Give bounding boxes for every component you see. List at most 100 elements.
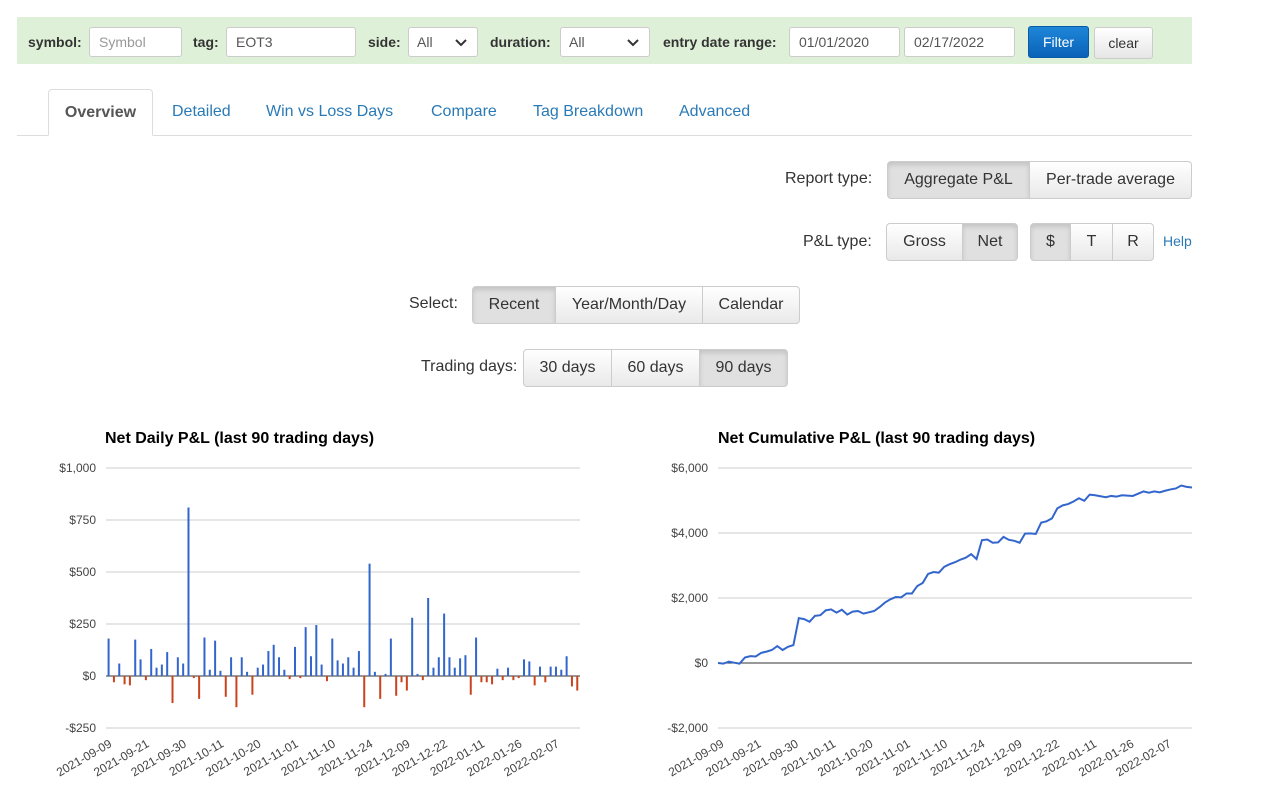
30-days-button[interactable]: 30 days [523,349,612,387]
60-days-button[interactable]: 60 days [611,349,700,387]
tab-win-vs-loss-days[interactable]: Win vs Loss Days [266,89,393,135]
daily-pl-bar [155,667,158,676]
y-tick-label: $250 [69,617,96,631]
date-to-input[interactable]: 02/17/2022 [904,27,1015,57]
daily-pl-bar [309,656,312,676]
daily-pl-bar [299,676,302,679]
daily-pl-bar [139,659,142,676]
pl-type-label: P&L type: [803,233,872,250]
daily-pl-bar [224,676,227,697]
tab-overview[interactable]: Overview [48,89,153,136]
daily-pl-bar [235,676,238,708]
daily-pl-bar [192,676,195,679]
filter-button[interactable]: Filter [1028,26,1089,58]
dollar-unit-button[interactable]: $ [1030,223,1071,261]
daily-pl-bar [517,676,520,679]
side-select[interactable]: All [408,27,478,57]
daily-pl-bar [507,667,510,676]
symbol-input[interactable]: Symbol [89,27,182,57]
tab-compare[interactable]: Compare [431,89,497,135]
daily-pl-bar [379,676,382,699]
daily-pl-bar [315,625,318,676]
daily-pl-bar [166,652,169,676]
daily-pl-bar [219,670,222,676]
duration-select-value: All [569,34,585,50]
tab-detailed[interactable]: Detailed [172,89,231,135]
daily-pl-bar [485,676,488,683]
daily-pl-bar [538,666,541,676]
daily-pl-bar [421,676,424,681]
per-trade-average-button[interactable]: Per-trade average [1029,161,1192,199]
daily-pl-bar [240,657,243,676]
daily-pl-bar [384,673,387,676]
tab-advanced[interactable]: Advanced [679,89,750,135]
daily-pl-bar [144,676,147,681]
daily-pl-bar [480,676,483,683]
duration-select[interactable]: All [560,27,650,57]
daily-pl-bar [512,676,515,681]
daily-pl-bar [405,676,408,691]
y-tick-label: $750 [69,513,96,527]
symbol-label: symbol: [28,34,82,50]
daily-pl-bar [128,676,131,686]
cumulative-pl-chart: $6,000$4,000$2,000$0-$2,0002021-09-09202… [666,461,1193,779]
daily-pl-bar [256,667,259,676]
daily-pl-bar [214,640,217,676]
daily-pl-bar [523,659,526,676]
select-group: Recent Year/Month/Day Calendar [472,286,800,324]
daily-pl-bar [453,667,456,676]
clear-button[interactable]: clear [1094,27,1153,59]
report-type-label: Report type: [785,170,873,187]
chevron-down-icon [627,39,639,47]
daily-pl-bar [400,676,403,683]
calendar-button[interactable]: Calendar [702,286,800,324]
trading-days-group: 30 days 60 days 90 days [523,349,788,387]
r-multiple-unit-button[interactable]: R [1112,223,1154,261]
unit-group: $ T R [1030,223,1154,261]
chevron-down-icon [455,39,467,47]
daily-pl-bar [325,676,328,682]
daily-pl-bar [411,617,414,676]
daily-pl-bar [288,676,291,680]
daily-pl-bar [123,676,126,685]
report-type-group: Aggregate P&L Per-trade average [887,161,1192,199]
daily-pl-bar [459,658,462,676]
daily-pl-bar [278,657,281,676]
daily-pl-bar [496,668,499,676]
aggregate-pl-button[interactable]: Aggregate P&L [887,161,1030,199]
daily-pl-bar [352,667,355,676]
recent-button[interactable]: Recent [472,286,556,324]
cumulative-pl-chart-title: Net Cumulative P&L (last 90 trading days… [718,430,1036,447]
net-button[interactable]: Net [962,223,1018,261]
tag-label: tag: [193,34,219,50]
tag-input[interactable]: EOT3 [226,27,356,57]
daily-pl-bar [118,663,121,676]
daily-pl-bar [533,676,536,686]
ticks-unit-button[interactable]: T [1070,223,1113,261]
daily-pl-bar [198,676,201,699]
daily-pl-bar [203,637,206,676]
pl-type-group: Gross Net [886,223,1018,261]
tab-tag-breakdown[interactable]: Tag Breakdown [533,89,643,135]
daily-pl-bar [107,638,110,676]
y-tick-label: $4,000 [671,526,708,540]
daily-pl-bar [554,666,557,676]
daily-pl-bar [267,651,270,676]
side-select-value: All [417,34,433,50]
90-days-button[interactable]: 90 days [699,349,788,387]
cumulative-pl-line [717,484,1193,665]
daily-pl-bar [501,676,504,681]
gross-button[interactable]: Gross [886,223,963,261]
daily-pl-bar [448,657,451,676]
help-link[interactable]: Help [1163,233,1192,249]
daily-pl-bar [395,676,398,696]
daily-pl-bar [432,667,435,676]
y-tick-label: $0 [83,669,97,683]
entry-date-range-label: entry date range: [663,34,777,50]
year-month-day-button[interactable]: Year/Month/Day [555,286,703,324]
daily-pl-chart: $1,000$750$500$250$0-$2502021-09-092021-… [54,461,580,779]
date-from-input[interactable]: 01/01/2020 [789,27,900,57]
daily-pl-bar [389,638,392,676]
daily-pl-bar [576,676,579,691]
y-tick-label: $500 [69,565,96,579]
